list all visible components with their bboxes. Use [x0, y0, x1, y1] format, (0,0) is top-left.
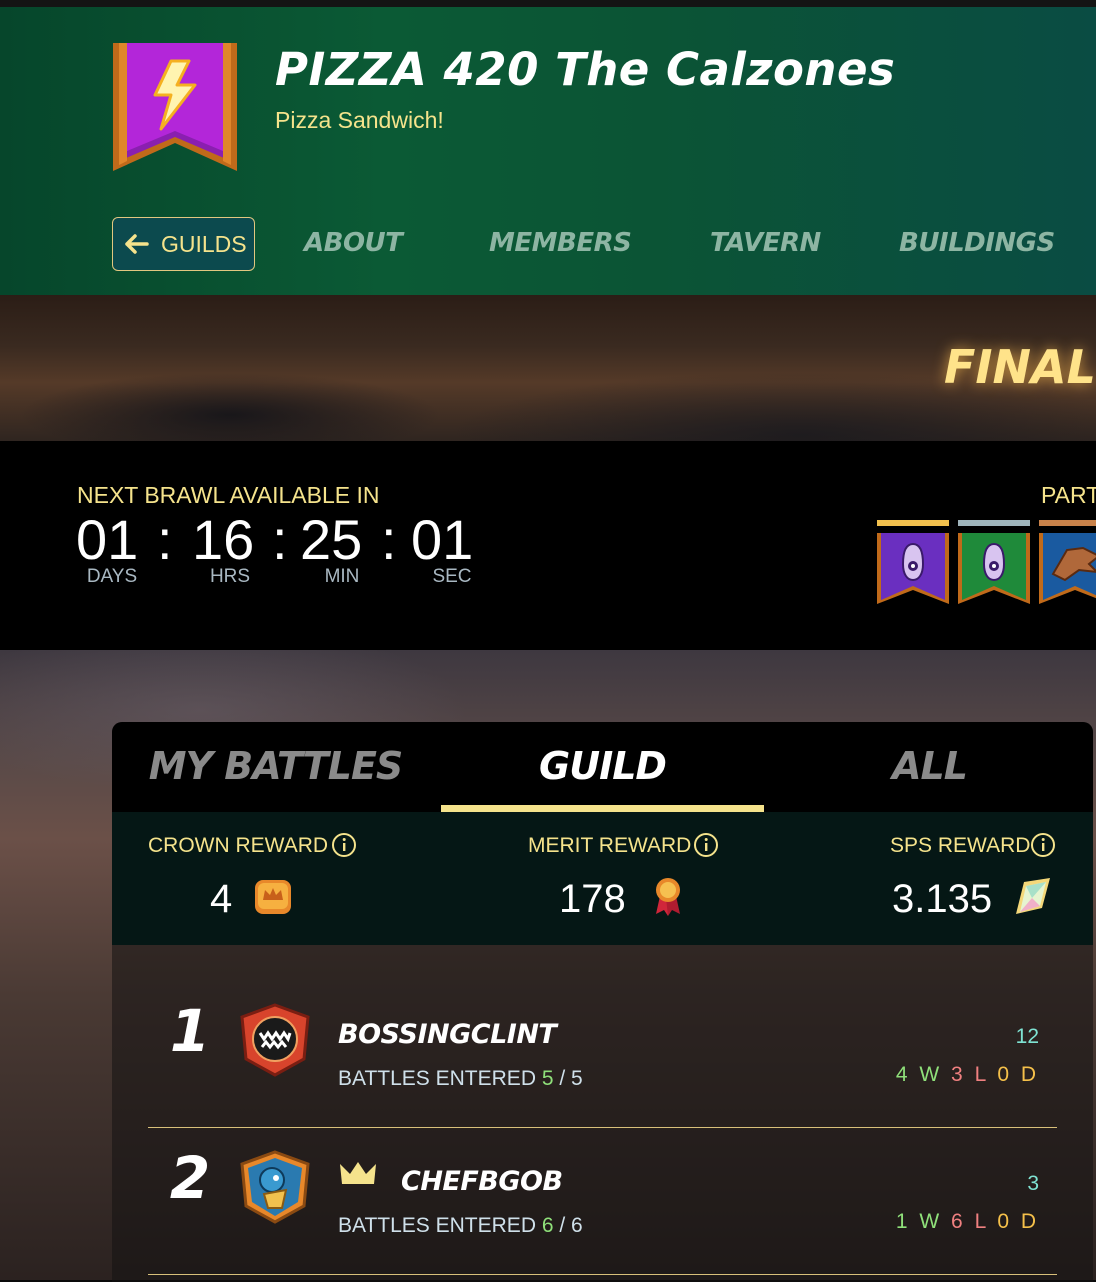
nav-members[interactable]: MEMBERS	[489, 228, 632, 258]
countdown-seconds: 01	[411, 508, 474, 571]
info-icon[interactable]	[331, 832, 357, 858]
player-score: 3	[1027, 1172, 1039, 1195]
win-loss-record: 4 W 3 L 0 D	[895, 1063, 1039, 1086]
losses-count: 6	[951, 1210, 966, 1233]
monster-mouth-avatar-icon	[240, 1003, 310, 1077]
row-divider	[148, 1274, 1057, 1275]
back-button-label: GUILDS	[161, 230, 247, 257]
player-rank: 2	[169, 1144, 211, 1212]
battles-entered-total: 6	[571, 1214, 583, 1237]
participant-guild-flag[interactable]	[1039, 520, 1096, 608]
nav-tavern[interactable]: TAVERN	[710, 228, 821, 258]
participant-guild-flag[interactable]	[958, 520, 1030, 608]
player-name[interactable]: BOSSINGCLINT	[338, 1019, 557, 1050]
time-separator: :	[157, 508, 173, 571]
tab-all[interactable]: ALL	[766, 722, 1093, 812]
time-separator: :	[272, 508, 288, 571]
battles-entered-count: 6	[541, 1214, 554, 1237]
unit-seconds: SEC	[432, 566, 472, 587]
player-score: 12	[1015, 1025, 1039, 1048]
battles-entered-label: BATTLES ENTERED	[338, 1067, 536, 1090]
losses-count: 3	[951, 1063, 966, 1086]
battles-entered: BATTLES ENTERED 6 / 6	[338, 1214, 583, 1237]
unit-minutes: MIN	[324, 566, 360, 587]
info-icon[interactable]	[693, 832, 719, 858]
battle-tabs: MY BATTLES GUILD ALL	[112, 722, 1093, 812]
brawl-countdown-section: NEXT BRAWL AVAILABLE IN 01 : 16 : 25 : 0…	[0, 441, 1096, 650]
top-strip	[0, 0, 1096, 7]
sps-crystal-icon	[1016, 878, 1050, 914]
wins-count: 4	[895, 1063, 911, 1086]
player-row[interactable]: 2 CHEFBGOB BATTLES ENTERED 6 / 6 3 1 W 6…	[148, 1092, 1057, 1238]
participants-label: PART	[1041, 482, 1096, 508]
nav-about[interactable]: ABOUT	[304, 228, 403, 258]
draws-count: 0	[997, 1063, 1012, 1086]
rewards-bar: CROWN REWARD 4 MERIT REWARD 178 SPS REWA…	[112, 812, 1093, 945]
time-separator: :	[381, 508, 397, 571]
sea-creature-avatar-icon	[240, 1150, 310, 1224]
tab-my-battles[interactable]: MY BATTLES	[112, 722, 439, 812]
battles-entered-label: BATTLES ENTERED	[338, 1214, 536, 1237]
arrow-left-icon	[125, 234, 149, 254]
back-to-guilds-button[interactable]: GUILDS	[112, 217, 255, 271]
crown-icon	[340, 1162, 376, 1184]
guild-motto: Pizza Sandwich!	[275, 107, 444, 133]
crown-reward-value: 4	[210, 877, 233, 921]
tab-guild[interactable]: GUILD	[439, 722, 766, 812]
countdown-hours: 16	[192, 508, 255, 571]
participant-guild-flag[interactable]	[877, 520, 949, 608]
sps-reward-label: SPS REWARD	[890, 834, 1031, 857]
player-name[interactable]: CHEFBGOB	[401, 1166, 563, 1197]
guild-title: PIZZA 420 The Calzones	[275, 43, 896, 96]
player-rank: 1	[169, 997, 211, 1065]
crown-reward-label: CROWN REWARD	[148, 834, 329, 857]
countdown-days: 01	[76, 508, 139, 571]
unit-hours: HRS	[209, 566, 251, 587]
nav-buildings[interactable]: BUILDINGS	[899, 228, 1055, 258]
draws-count: 0	[997, 1210, 1012, 1233]
hero-title: FINAL	[944, 340, 1096, 394]
brawl-hero-banner: FINAL	[0, 295, 1096, 441]
info-icon[interactable]	[1030, 832, 1056, 858]
battles-entered: BATTLES ENTERED 5 / 5	[338, 1067, 583, 1090]
merit-reward-value: 178	[559, 877, 626, 921]
guild-banner-icon	[113, 43, 237, 171]
guild-member-list: 1 BOSSINGCLINT BATTLES ENTERED 5 / 5 12 …	[112, 945, 1093, 1282]
player-row[interactable]: 1 BOSSINGCLINT BATTLES ENTERED 5 / 5 12 …	[148, 945, 1057, 1091]
battles-entered-count: 5	[541, 1067, 554, 1090]
brawl-battles-panel: MY BATTLES GUILD ALL CROWN REWARD 4 MERI…	[112, 722, 1093, 1282]
merit-reward-label: MERIT REWARD	[528, 834, 692, 857]
guild-header: PIZZA 420 The Calzones Pizza Sandwich! G…	[0, 7, 1096, 295]
unit-days: DAYS	[86, 566, 138, 587]
sps-reward-value: 3.135	[892, 877, 993, 921]
next-brawl-label: NEXT BRAWL AVAILABLE IN	[77, 482, 380, 508]
win-loss-record: 1 W 6 L 0 D	[895, 1210, 1039, 1233]
wins-count: 1	[895, 1210, 911, 1233]
battles-entered-total: 5	[571, 1067, 583, 1090]
countdown-minutes: 25	[300, 508, 363, 571]
merit-medal-icon	[656, 878, 680, 916]
crown-token-icon	[255, 880, 291, 914]
active-tab-indicator	[441, 805, 764, 812]
